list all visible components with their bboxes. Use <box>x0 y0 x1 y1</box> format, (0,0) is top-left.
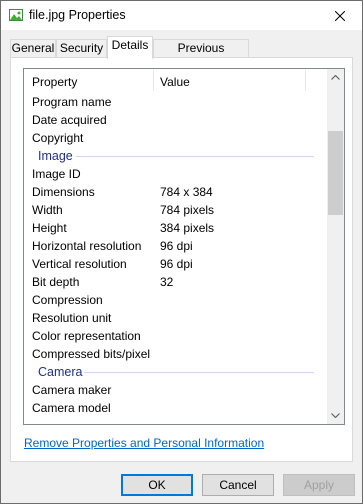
property-name: Width <box>32 203 63 217</box>
property-name: Program name <box>32 95 112 109</box>
group-header-image: Image <box>24 147 324 165</box>
property-name: Color representation <box>32 329 141 343</box>
property-name: Vertical resolution <box>32 257 127 271</box>
tab-general[interactable]: General <box>10 39 56 58</box>
tab-previous-versions[interactable]: Previous Versions <box>153 39 249 72</box>
group-label: Image <box>38 149 73 163</box>
column-header: Property Value <box>24 69 324 93</box>
property-name: Camera model <box>32 401 111 415</box>
window-title: file.jpg Properties <box>29 8 126 22</box>
list-item[interactable]: Program name <box>24 93 324 111</box>
group-divider <box>76 156 314 157</box>
property-name: Dimensions <box>32 185 95 199</box>
property-value: 96 dpi <box>160 257 193 271</box>
property-name: Bit depth <box>32 275 80 289</box>
close-icon <box>335 10 345 21</box>
property-name: Copyright <box>32 131 84 145</box>
column-divider[interactable] <box>305 70 306 91</box>
column-divider[interactable] <box>153 70 154 91</box>
property-name: Height <box>32 221 67 235</box>
details-panel: Property Value Program name Date acquire… <box>10 57 353 462</box>
image-file-icon <box>8 7 24 23</box>
details-list[interactable]: Property Value Program name Date acquire… <box>23 68 345 425</box>
list-item[interactable]: Image ID <box>24 165 324 183</box>
vertical-scrollbar[interactable] <box>327 69 344 424</box>
properties-dialog: file.jpg Properties General Security Det… <box>0 0 363 504</box>
chevron-down-icon <box>331 413 340 418</box>
property-name: Date acquired <box>32 113 107 127</box>
list-item[interactable]: Height 384 pixels <box>24 219 324 237</box>
property-value: 32 <box>160 275 174 289</box>
list-item[interactable]: Compressed bits/pixel <box>24 345 324 363</box>
property-name: Compressed bits/pixel <box>32 347 151 361</box>
title-bar[interactable]: file.jpg Properties <box>1 1 362 30</box>
list-item[interactable]: Bit depth 32 <box>24 273 324 291</box>
list-item[interactable]: Copyright <box>24 129 324 147</box>
property-name: Resolution unit <box>32 311 112 325</box>
property-name: Camera maker <box>32 383 112 397</box>
tab-details[interactable]: Details <box>107 36 153 59</box>
list-item[interactable]: Vertical resolution 96 dpi <box>24 255 324 273</box>
apply-button[interactable]: Apply <box>283 474 355 496</box>
column-header-value[interactable]: Value <box>160 75 190 89</box>
group-header-camera: Camera <box>24 363 324 381</box>
chevron-up-icon <box>331 75 340 80</box>
property-name: Image ID <box>32 167 81 181</box>
list-item[interactable]: Resolution unit <box>24 309 324 327</box>
ok-button[interactable]: OK <box>121 474 193 496</box>
property-name: Compression <box>32 293 103 307</box>
scroll-up-button[interactable] <box>327 69 344 86</box>
list-item[interactable]: Date acquired <box>24 111 324 129</box>
property-name: Horizontal resolution <box>32 239 142 253</box>
scroll-down-button[interactable] <box>327 407 344 424</box>
list-item[interactable]: Color representation <box>24 327 324 345</box>
list-item[interactable]: Width 784 pixels <box>24 201 324 219</box>
column-header-property[interactable]: Property <box>32 75 77 89</box>
property-value: 96 dpi <box>160 239 193 253</box>
property-value: 784 x 384 <box>160 185 213 199</box>
close-button[interactable] <box>318 1 362 30</box>
tab-security[interactable]: Security <box>56 39 107 58</box>
group-divider <box>84 372 314 373</box>
list-item[interactable]: Dimensions 784 x 384 <box>24 183 324 201</box>
property-value: 784 pixels <box>160 203 215 217</box>
cancel-button[interactable]: Cancel <box>202 474 274 496</box>
group-label: Camera <box>38 365 83 379</box>
list-item[interactable]: Camera model <box>24 399 324 417</box>
scrollbar-thumb[interactable] <box>328 131 343 215</box>
remove-properties-link[interactable]: Remove Properties and Personal Informati… <box>24 436 264 450</box>
list-item[interactable]: Compression <box>24 291 324 309</box>
property-value: 384 pixels <box>160 221 215 235</box>
property-rows: Program name Date acquired Copyright Ima… <box>24 93 324 417</box>
list-item[interactable]: Camera maker <box>24 381 324 399</box>
list-item[interactable]: Horizontal resolution 96 dpi <box>24 237 324 255</box>
